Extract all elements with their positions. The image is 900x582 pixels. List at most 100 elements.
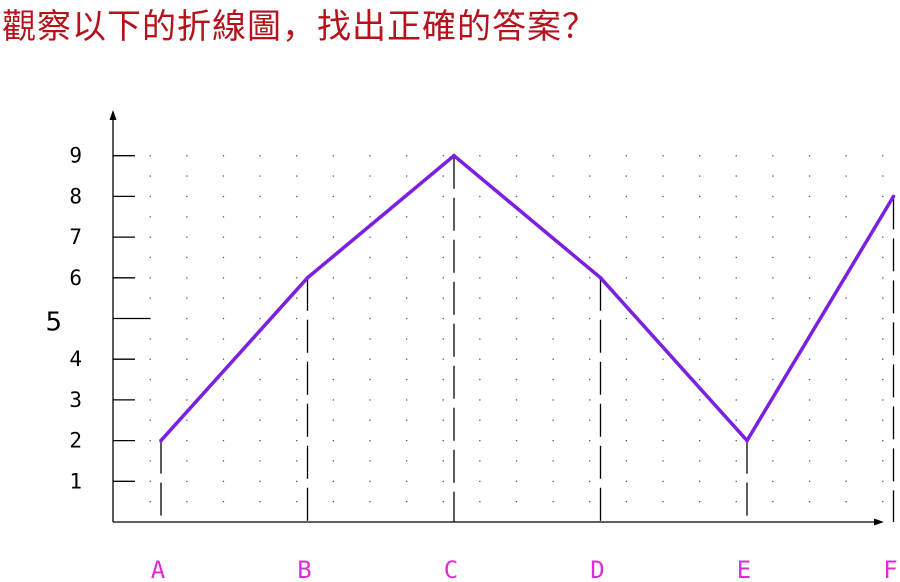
grid-dot [772,440,774,442]
grid-dot [479,256,481,259]
grid-dot [149,338,151,340]
grid-dot [662,175,664,177]
grid-dot [479,378,481,381]
data-point-f [891,194,896,199]
grid-dot [296,195,298,198]
grid-dot [882,501,884,503]
grid-dot [296,440,298,442]
grid-dot [259,338,261,340]
grid-dot [735,195,737,198]
grid-dot [882,419,884,421]
grid-dot [662,358,664,360]
grid-dot [222,440,225,442]
grid-dot [186,297,188,299]
grid-dot [589,338,591,340]
grid-dot [735,277,737,279]
grid-dot [882,297,884,299]
grid-dot [442,236,444,238]
grid-dot [735,297,737,299]
grid-dot [259,358,261,360]
x-category-label-f: F [883,556,897,582]
grid-dot [332,317,334,320]
grid-dot [845,378,847,381]
grid-dot [186,155,188,157]
grid-dot [442,175,444,177]
grid-dot [662,440,664,442]
grid-dot [332,277,334,279]
grid-dot [296,460,298,462]
grid-dot [259,501,261,503]
y-tick-label-6: 6 [69,266,82,290]
grid-dot [259,460,261,462]
grid-dot [259,440,261,442]
grid-dot [589,419,591,421]
grid-dot [515,277,518,279]
grid-dot [552,195,554,198]
grid-dot [552,256,554,259]
grid-dot [149,480,151,482]
grid-dot [149,297,151,299]
grid-dot [296,378,298,381]
grid-dot [699,399,701,401]
grid-dot [589,155,591,157]
grid-dot [699,378,701,381]
grid-dot [406,460,408,462]
grid-dot [845,358,847,360]
grid-dot [149,399,151,401]
grid-dot [406,501,408,503]
grid-dot [882,317,884,320]
grid-dot [772,256,774,259]
grid-dot [222,195,225,198]
grid-dot [589,297,591,299]
grid-dot [625,460,627,462]
grid-dot [735,440,737,442]
grid-dot [149,277,151,279]
grid-dot [406,277,408,279]
grid-dot [296,297,298,299]
grid-dot [332,419,334,421]
grid-dot [296,175,298,177]
grid-dot [149,440,151,442]
grid-dot [259,175,261,177]
grid-dot [699,358,701,360]
grid-dot [845,175,847,177]
grid-dot [625,501,627,503]
grid-dot [699,195,701,198]
grid-dot [186,236,188,238]
grid-dot [662,480,664,482]
grid-dot [369,480,371,482]
grid-dot [222,358,225,360]
grid-dot [186,175,188,177]
grid-dot [479,440,481,442]
grid-dot [222,317,225,320]
y-tick-label-9: 9 [69,144,82,168]
grid-dot [442,460,444,462]
grid-dot [442,195,444,198]
grid-dot [625,195,627,198]
grid-dot [442,338,444,340]
grid-dot [808,419,811,421]
grid-dot [186,277,188,279]
grid-dot [699,480,701,482]
grid-dot [735,480,737,482]
y-tick-label-2: 2 [69,429,82,453]
grid-dot [479,195,481,198]
y-axis-arrow-icon [109,110,117,120]
grid-dot [406,399,408,401]
grid-dot [369,399,371,401]
grid-dot [186,256,188,259]
grid-dot [369,419,371,421]
grid-dot [296,480,298,482]
grid-dot [808,440,811,442]
grid-dot [369,195,371,198]
grid-dot [662,317,664,320]
grid-dot [515,155,518,157]
grid-dot [808,155,811,157]
grid-dot [662,419,664,421]
grid-dot [552,440,554,442]
y-tick-label-1: 1 [69,469,82,493]
grid-dot [808,378,811,381]
grid-dot [149,460,151,462]
grid-dot [442,358,444,360]
grid-dot [222,277,225,279]
